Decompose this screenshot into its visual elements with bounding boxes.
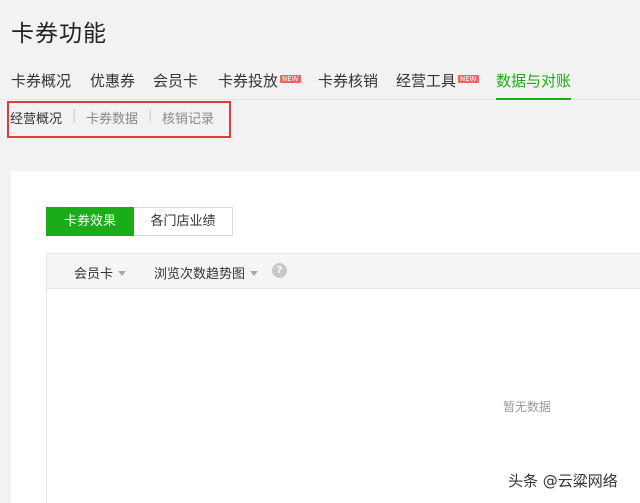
chevron-down-icon (250, 271, 259, 276)
chart-type-label: 浏览次数趋势图 (154, 267, 246, 282)
tab-card-redemption[interactable]: 卡券核销 (318, 70, 378, 100)
tab-label: 优惠券 (90, 72, 136, 90)
card-type-dropdown[interactable]: 会员卡 (74, 263, 127, 282)
tab-label: 卡券投放 (218, 72, 279, 90)
tab-label: 经营工具 (396, 72, 457, 90)
help-icon[interactable]: ? (272, 263, 287, 278)
main-tabs: 卡券概况 优惠券 会员卡 卡券投放 NEW 卡券核销 经营工具 NEW 数据与对账 (0, 64, 640, 100)
tab-business-tools[interactable]: 经营工具 NEW (396, 70, 479, 100)
new-badge: NEW (280, 75, 301, 83)
tab-card-overview[interactable]: 卡券概况 (11, 70, 71, 100)
tab-data-reconciliation[interactable]: 数据与对账 (496, 70, 572, 100)
tab-coupons[interactable]: 优惠券 (90, 70, 135, 100)
data-table: 会员卡 浏览次数趋势图 ? 暂无数据 (46, 253, 640, 503)
tab-label: 卡券核销 (318, 72, 379, 90)
new-badge: NEW (458, 75, 479, 83)
card-type-label: 会员卡 (74, 267, 114, 282)
table-header: 会员卡 浏览次数趋势图 ? (47, 254, 640, 289)
tab-label: 卡券概况 (11, 72, 72, 90)
tab-label: 数据与对账 (496, 72, 572, 90)
chevron-down-icon (118, 271, 127, 276)
segment-store-performance-button[interactable]: 各门店业绩 (134, 207, 233, 236)
watermark: 头条 @云粱网络 (508, 472, 618, 490)
tab-label: 会员卡 (153, 72, 199, 90)
tab-member-card[interactable]: 会员卡 (153, 70, 198, 100)
tab-card-delivery[interactable]: 卡券投放 NEW (218, 70, 301, 100)
segment-card-effect-button[interactable]: 卡券效果 (46, 207, 134, 236)
segment-control: 卡券效果 各门店业绩 (46, 207, 233, 236)
chart-type-dropdown[interactable]: 浏览次数趋势图 (154, 263, 259, 282)
highlight-box (7, 101, 231, 138)
empty-state-text: 暂无数据 (503, 400, 552, 414)
content-panel: 卡券效果 各门店业绩 会员卡 浏览次数趋势图 ? 暂无数据 (11, 171, 640, 503)
page-title: 卡券功能 (11, 21, 107, 47)
